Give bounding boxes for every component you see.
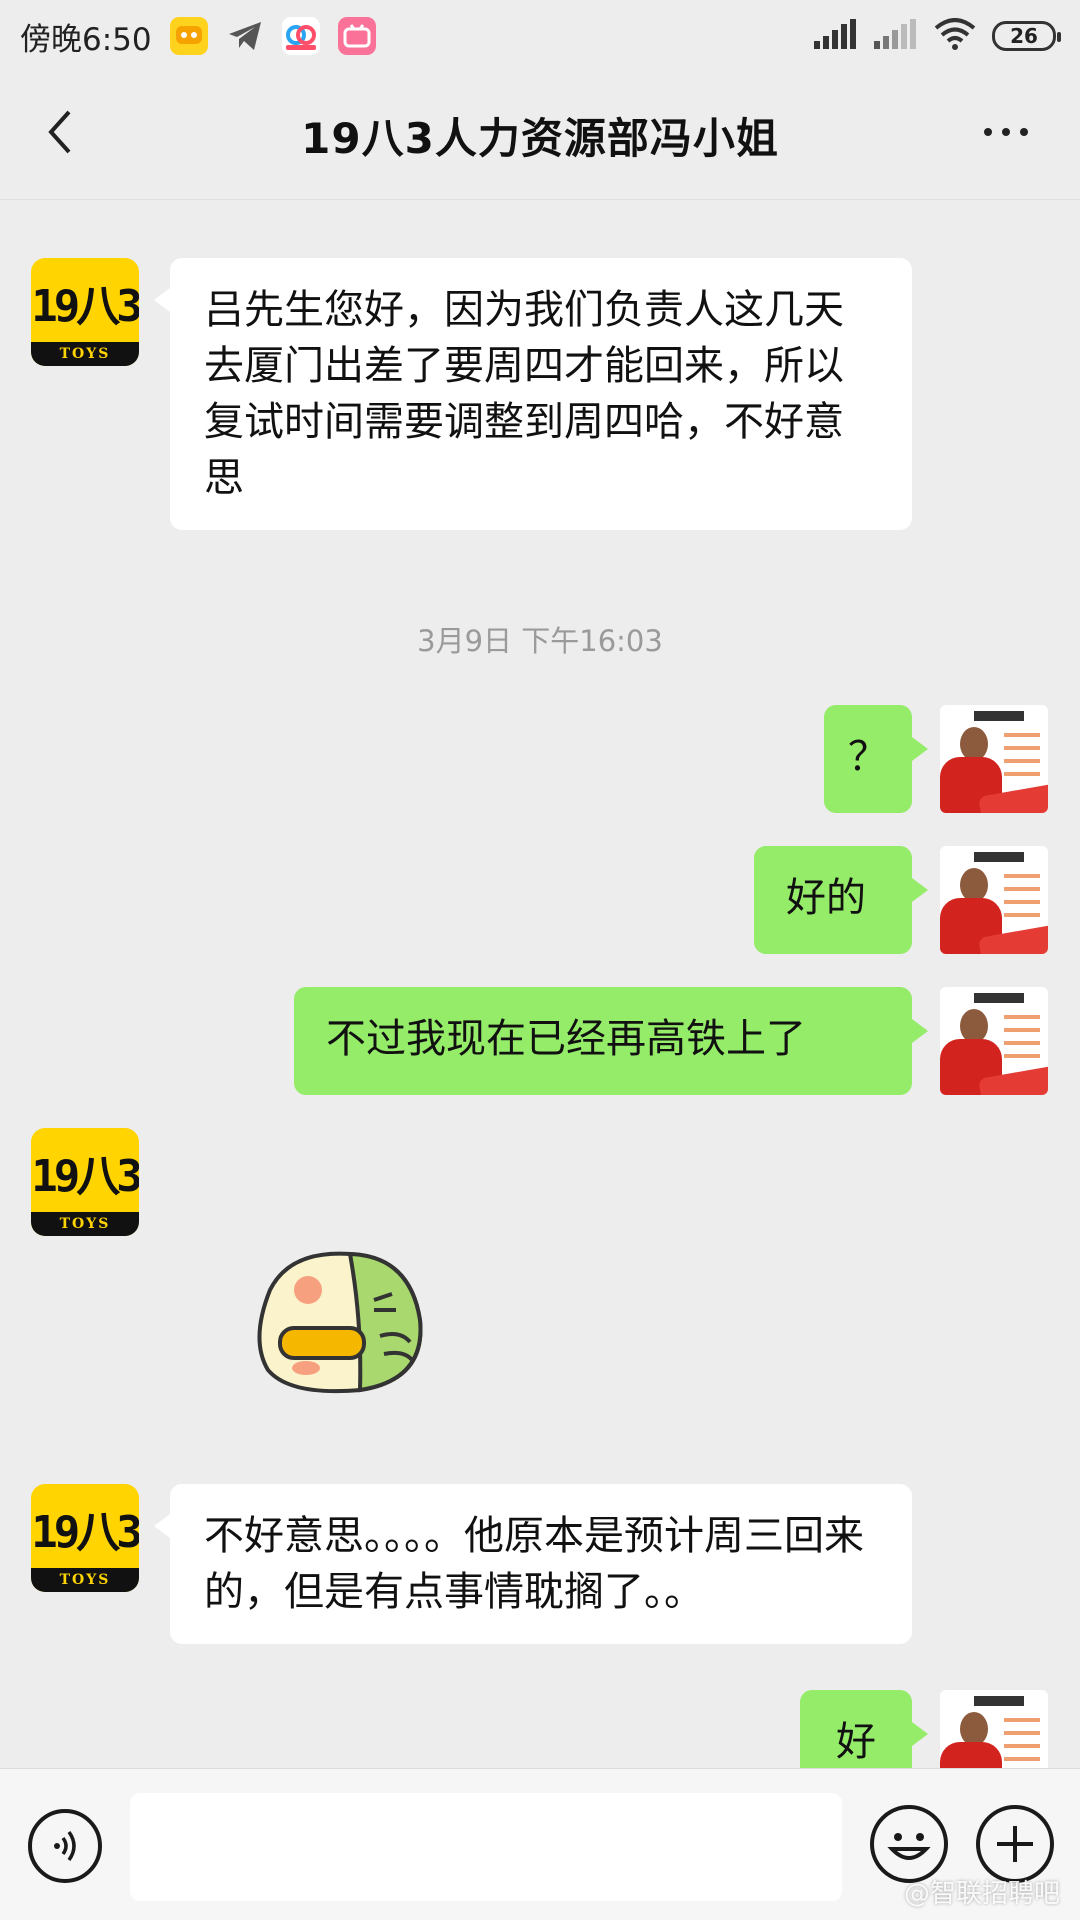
message-bubble-received[interactable]: 不好意思。。。。他原本是预计周三回来的，但是有点事情耽搁了。。 (154, 1484, 912, 1644)
avatar-lines (1004, 1718, 1040, 1768)
voice-icon (54, 1830, 76, 1862)
signal-icon (814, 19, 858, 53)
chat-title: 19八3人力资源部冯小姐 (301, 114, 779, 163)
status-bar: 傍晚6:50 26 (0, 0, 1080, 72)
message-text: 好的 (786, 875, 866, 921)
avatar-logo-band: TOYS (31, 1568, 139, 1592)
status-right: 26 (814, 18, 1061, 54)
avatar-lines (1004, 874, 1040, 926)
message-text: 不过我现在已经再高铁上了 (326, 1016, 806, 1062)
message-bubble-sent[interactable]: 好的 (754, 846, 928, 954)
avatar-logo-band: TOYS (31, 342, 139, 366)
message-text: 吕先生您好，因为我们负责人这几天去厦门出差了要周四才能回来，所以复试时间需要调整… (204, 287, 844, 501)
back-button[interactable] (30, 102, 90, 162)
self-avatar[interactable] (940, 987, 1048, 1095)
game-center-icon (169, 17, 208, 55)
self-avatar[interactable] (940, 1690, 1048, 1768)
message-timestamp: 3月9日 下午16:03 (417, 624, 663, 658)
contact-avatar[interactable]: 19八3 TOYS (31, 1484, 139, 1592)
message-input[interactable] (130, 1793, 842, 1901)
avatar-head (960, 868, 988, 902)
chevron-left-icon (48, 110, 71, 154)
message-text: 好 (836, 1719, 876, 1765)
avatar-logo-band: TOYS (31, 1212, 139, 1236)
message-text: 不好意思。。。。他原本是预计周三回来的，但是有点事情耽搁了。。 (204, 1513, 864, 1615)
input-bar: @智联招聘吧 (0, 1768, 1080, 1920)
avatar-logo-mark: 19八3 (31, 1151, 139, 1202)
smiley-icon (887, 1833, 931, 1860)
bilibili-icon (337, 17, 376, 55)
avatar-logo-mark: 19八3 (31, 281, 139, 332)
avatar-head (960, 727, 988, 761)
status-left: 傍晚6:50 (20, 14, 376, 59)
signal-icon-2 (874, 19, 918, 53)
avatar-header-bar (974, 852, 1024, 862)
avatar-logo-mark: 19八3 (31, 1507, 139, 1558)
more-dot-icon (1002, 128, 1010, 136)
battery-indicator: 26 (992, 21, 1061, 51)
more-functions-button[interactable] (976, 1805, 1054, 1883)
contact-avatar[interactable]: 19八3 TOYS (31, 258, 139, 366)
telegram-icon (226, 17, 264, 55)
green-bird-sticker[interactable] (250, 1250, 432, 1400)
avatar-header-bar (974, 1696, 1024, 1706)
emoji-button[interactable] (870, 1805, 948, 1883)
avatar-head (960, 1009, 988, 1043)
avatar-lines (1004, 733, 1040, 785)
self-avatar[interactable] (940, 846, 1048, 954)
avatar-header-bar (974, 993, 1024, 1003)
contact-avatar[interactable]: 19八3 TOYS (31, 1128, 139, 1236)
avatar-header-bar (974, 711, 1024, 721)
baidu-netdisk-icon (281, 17, 320, 55)
more-dot-icon (1020, 128, 1028, 136)
voice-input-button[interactable] (28, 1809, 102, 1883)
self-avatar[interactable] (940, 705, 1048, 813)
avatar-head (960, 1712, 988, 1746)
chat-header: 19八3人力资源部冯小姐 (0, 72, 1080, 200)
message-list[interactable]: 19八3 TOYS 吕先生您好，因为我们负责人这几天去厦门出差了要周四才能回来，… (0, 200, 1080, 1768)
plus-icon (997, 1826, 1033, 1862)
message-bubble-received[interactable]: 吕先生您好，因为我们负责人这几天去厦门出差了要周四才能回来，所以复试时间需要调整… (154, 258, 912, 530)
more-options-button[interactable] (968, 102, 1044, 162)
message-bubble-sent[interactable]: 不过我现在已经再高铁上了 (294, 987, 928, 1095)
status-time: 傍晚6:50 (20, 21, 152, 58)
watermark-text: @智联招聘吧 (903, 1879, 1060, 1909)
message-text: ？ (848, 734, 888, 780)
avatar-shirt (940, 1742, 1002, 1768)
avatar-lines (1004, 1015, 1040, 1067)
message-bubble-sent[interactable]: 好 (800, 1690, 928, 1768)
message-bubble-sent[interactable]: ？ (824, 705, 928, 813)
more-dot-icon (984, 128, 992, 136)
wifi-icon (934, 18, 976, 54)
